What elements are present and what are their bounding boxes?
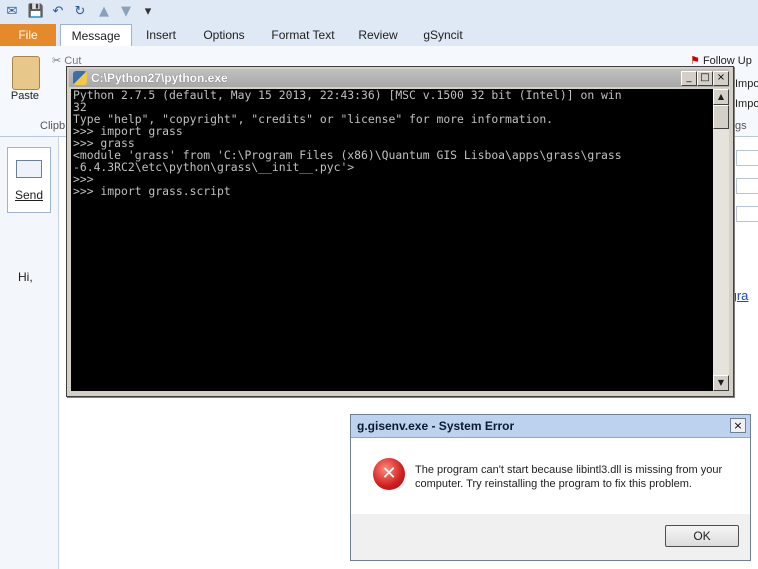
console-output[interactable]: Python 2.7.5 (default, May 15 2013, 22:4… [71, 89, 713, 391]
console-title: C:\Python27\python.exe [91, 71, 228, 85]
console-title-bar[interactable]: C:\Python27\python.exe _ □ × [69, 69, 729, 87]
clipboard-icon [12, 56, 40, 90]
tab-file[interactable]: File [0, 24, 56, 46]
save-icon[interactable]: 💾 [28, 3, 44, 19]
high-importance-button[interactable]: Impo [735, 78, 758, 90]
tab-options[interactable]: Options [196, 24, 252, 46]
maximize-button[interactable]: □ [697, 71, 713, 86]
scroll-down-icon[interactable]: ▼ [713, 375, 729, 391]
console-line: >>> import grass [73, 124, 183, 138]
dialog-title: g.gisenv.exe - System Error [357, 419, 515, 433]
cc-field[interactable] [736, 178, 758, 194]
tab-gsyncit[interactable]: gSyncit [416, 24, 470, 46]
minimize-button[interactable]: _ [681, 71, 697, 86]
paste-button[interactable]: Paste [8, 52, 42, 116]
dialog-footer: OK [351, 515, 750, 560]
up-arrow-icon[interactable]: ▲ [96, 3, 112, 19]
low-importance-button[interactable]: Impo [735, 98, 758, 110]
subject-field[interactable] [736, 206, 758, 222]
send-label: Send [14, 188, 44, 202]
envelope-icon [16, 160, 42, 178]
tab-insert[interactable]: Insert [140, 24, 182, 46]
console-line: -6.4.3RC2\etc\python\grass\__init__.pyc'… [73, 160, 355, 174]
redo-icon[interactable]: ↻ [72, 3, 88, 19]
ok-button[interactable]: OK [665, 525, 739, 547]
python-console-window: C:\Python27\python.exe _ □ × Python 2.7.… [66, 66, 734, 397]
tab-message[interactable]: Message [60, 24, 132, 48]
console-line: Python 2.7.5 (default, May 15 2013, 22:4… [73, 89, 622, 102]
python-icon [73, 71, 87, 85]
dialog-body: ✕ The program can't start because libint… [351, 438, 750, 514]
send-button[interactable]: Send [7, 147, 51, 213]
scissors-icon: ✂ [52, 54, 62, 67]
ribbon-tabs: File Message Insert Options Format Text … [0, 24, 758, 48]
scroll-up-icon[interactable]: ▲ [713, 89, 729, 105]
error-icon: ✕ [373, 458, 405, 490]
close-button[interactable]: × [713, 71, 729, 86]
tags-group-label: gs [735, 120, 747, 132]
tab-review[interactable]: Review [354, 24, 402, 46]
system-error-dialog: g.gisenv.exe - System Error × ✕ The prog… [350, 414, 751, 561]
paste-label: Paste [10, 90, 40, 102]
console-scrollbar[interactable]: ▲ ▼ [713, 89, 729, 391]
message-body-text: Hi, [18, 270, 33, 284]
error-message: The program can't start because libintl3… [415, 464, 723, 490]
tab-format-text[interactable]: Format Text [268, 24, 338, 46]
console-line: >>> import grass.script [73, 184, 231, 198]
quick-access-toolbar: ✉ 💾 ↶ ↻ ▲ ▼ ▾ [0, 0, 758, 24]
to-field[interactable] [736, 150, 758, 166]
scrollbar-thumb[interactable] [713, 105, 729, 129]
outlook-app-icon: ✉ [6, 3, 18, 19]
customize-toolbar-icon[interactable]: ▾ [140, 3, 156, 19]
dialog-close-button[interactable]: × [730, 418, 746, 433]
down-arrow-icon[interactable]: ▼ [118, 3, 134, 19]
dialog-title-bar[interactable]: g.gisenv.exe - System Error × [351, 415, 750, 438]
undo-icon[interactable]: ↶ [50, 3, 66, 19]
clipboard-group-label: Clipb [40, 120, 66, 132]
